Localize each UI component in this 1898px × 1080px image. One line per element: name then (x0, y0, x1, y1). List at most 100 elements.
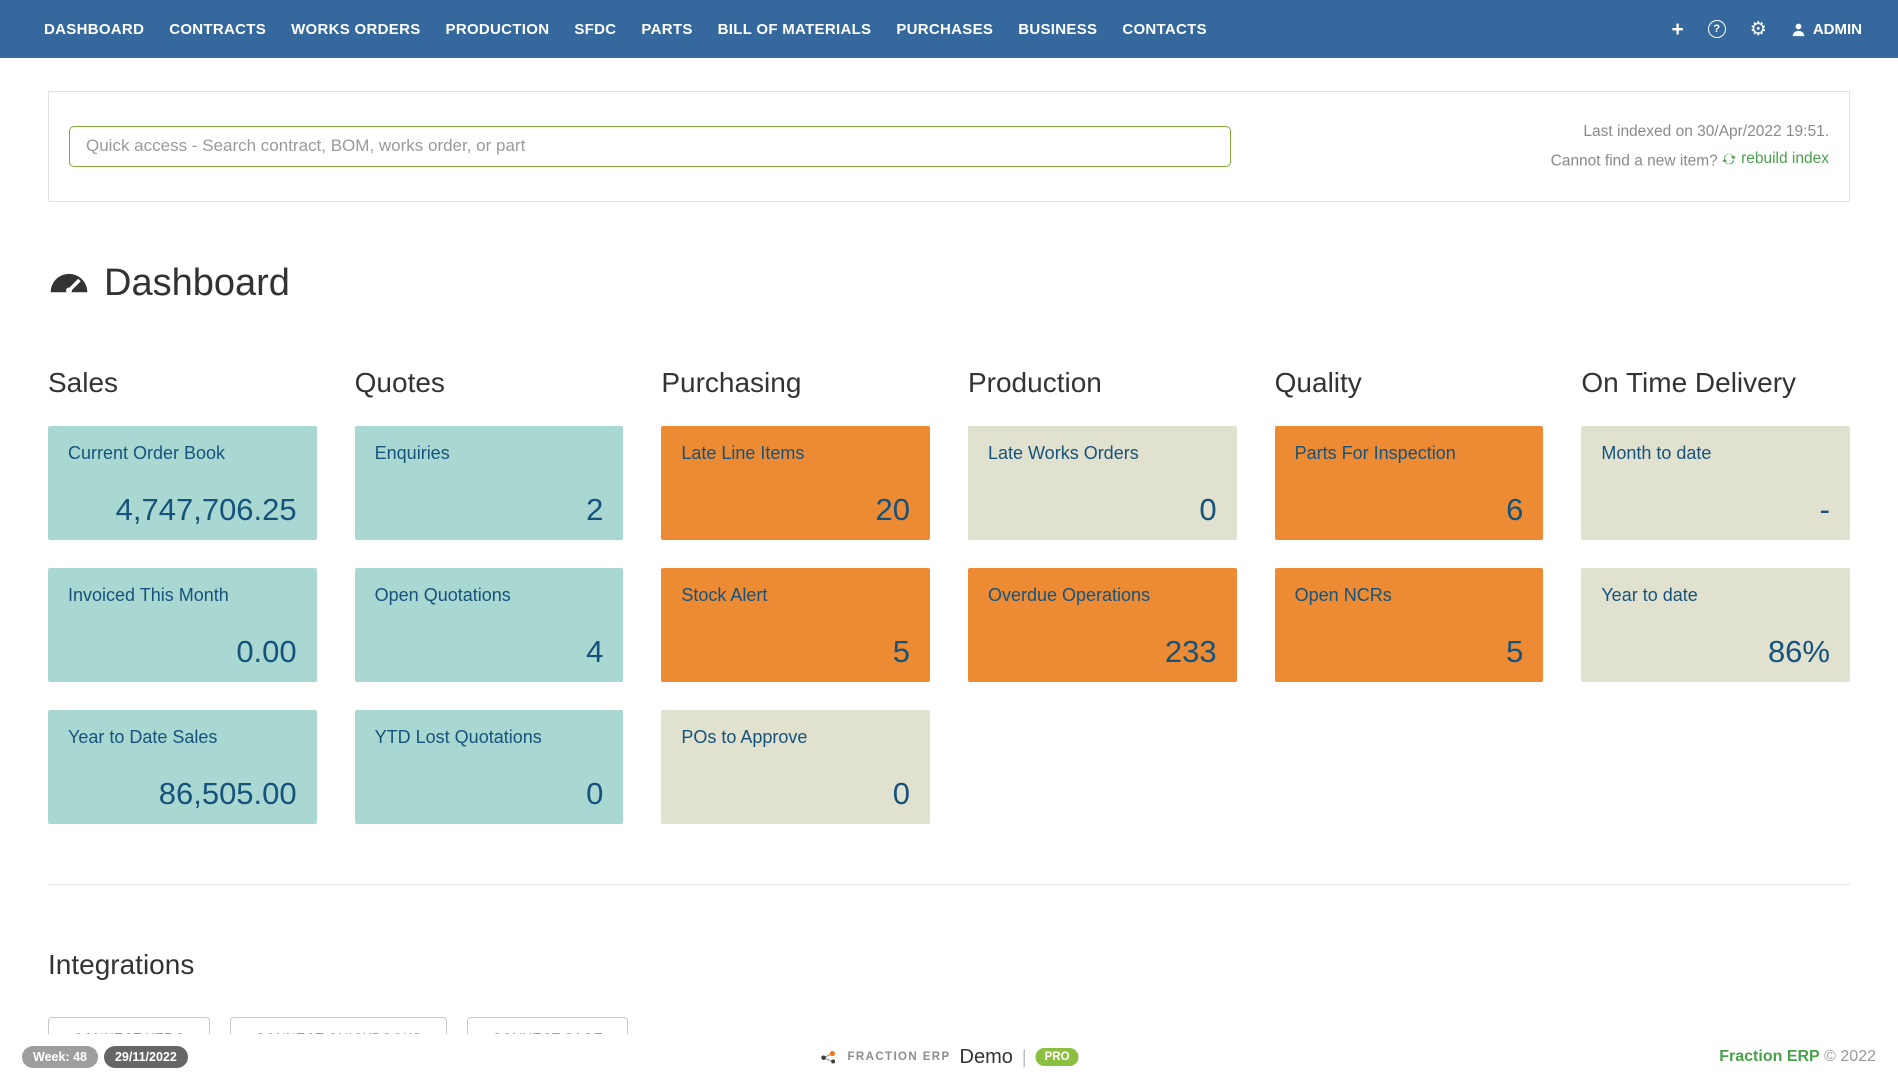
card-value: 4 (375, 635, 604, 669)
metric-card-pos-to-approve[interactable]: POs to Approve 0 (661, 710, 930, 824)
footer-copyright: Fraction ERP © 2022 (1719, 1048, 1876, 1066)
page-title-text: Dashboard (104, 262, 290, 305)
user-icon (1791, 22, 1806, 37)
nav-item-parts[interactable]: PARTS (641, 21, 692, 38)
refresh-icon (1722, 152, 1736, 166)
nav-item-production[interactable]: PRODUCTION (446, 21, 550, 38)
section-divider (48, 884, 1850, 885)
metric-card-late-line-items[interactable]: Late Line Items 20 (661, 426, 930, 540)
footer-brand: FRACTION ERP Demo | PRO (819, 1046, 1078, 1069)
metric-card-current-order-book[interactable]: Current Order Book 4,747,706.25 (48, 426, 317, 540)
nav-item-contacts[interactable]: CONTACTS (1122, 21, 1207, 38)
card-value: 0 (375, 777, 604, 811)
metric-card-otd-year-to-date[interactable]: Year to date 86% (1581, 568, 1850, 682)
card-label: Enquiries (375, 443, 604, 464)
page-title: Dashboard (48, 262, 1850, 305)
card-value: 5 (681, 635, 910, 669)
card-label: Overdue Operations (988, 585, 1217, 606)
card-label: POs to Approve (681, 727, 910, 748)
dashboard-icon (48, 271, 90, 296)
main-nav: DASHBOARD CONTRACTS WORKS ORDERS PRODUCT… (44, 21, 1232, 38)
quick-access-search-input[interactable] (69, 126, 1231, 167)
card-value: 20 (681, 493, 910, 527)
footer-brand-green: Fraction ERP (1719, 1048, 1819, 1065)
metric-card-otd-month-to-date[interactable]: Month to date - (1581, 426, 1850, 540)
card-label: Open Quotations (375, 585, 604, 606)
card-value: 2 (375, 493, 604, 527)
card-label: Late Works Orders (988, 443, 1217, 464)
metric-card-invoiced-this-month[interactable]: Invoiced This Month 0.00 (48, 568, 317, 682)
metric-card-ytd-sales[interactable]: Year to Date Sales 86,505.00 (48, 710, 317, 824)
card-value: 4,747,706.25 (68, 493, 297, 527)
column-purchasing: Purchasing Late Line Items 20 Stock Aler… (661, 367, 930, 852)
brand-demo-text: Demo (960, 1046, 1013, 1069)
metric-card-ytd-lost-quotations[interactable]: YTD Lost Quotations 0 (355, 710, 624, 824)
brand-separator: | (1022, 1047, 1027, 1068)
brand-caps-text: FRACTION ERP (847, 1051, 950, 1063)
column-title: On Time Delivery (1581, 367, 1850, 399)
card-label: Stock Alert (681, 585, 910, 606)
quick-access-panel: Last indexed on 30/Apr/2022 19:51. Canno… (48, 91, 1850, 202)
top-navbar: DASHBOARD CONTRACTS WORKS ORDERS PRODUCT… (0, 0, 1898, 58)
gear-icon[interactable]: ⚙ (1750, 20, 1767, 39)
metric-card-late-works-orders[interactable]: Late Works Orders 0 (968, 426, 1237, 540)
card-value: - (1601, 493, 1830, 527)
card-label: YTD Lost Quotations (375, 727, 604, 748)
integrations-title: Integrations (48, 949, 1850, 981)
card-value: 86% (1601, 635, 1830, 669)
column-title: Quality (1275, 367, 1544, 399)
card-label: Open NCRs (1295, 585, 1524, 606)
nav-item-business[interactable]: BUSINESS (1018, 21, 1097, 38)
nav-item-purchases[interactable]: PURCHASES (896, 21, 993, 38)
admin-label: ADMIN (1813, 21, 1862, 38)
metric-card-overdue-operations[interactable]: Overdue Operations 233 (968, 568, 1237, 682)
card-value: 5 (1295, 635, 1524, 669)
add-icon[interactable]: + (1672, 19, 1684, 40)
rebuild-index-link[interactable]: rebuild index (1722, 145, 1829, 172)
pro-badge: PRO (1036, 1048, 1079, 1066)
rebuild-index-label: rebuild index (1741, 145, 1829, 172)
nav-item-contracts[interactable]: CONTRACTS (169, 21, 266, 38)
metric-card-parts-for-inspection[interactable]: Parts For Inspection 6 (1275, 426, 1544, 540)
week-badge: Week: 48 (22, 1046, 98, 1068)
card-value: 6 (1295, 493, 1524, 527)
card-value: 86,505.00 (68, 777, 297, 811)
nav-item-bill-of-materials[interactable]: BILL OF MATERIALS (718, 21, 872, 38)
dashboard-grid: Sales Current Order Book 4,747,706.25 In… (48, 367, 1850, 852)
column-quality: Quality Parts For Inspection 6 Open NCRs… (1275, 367, 1544, 852)
nav-item-works-orders[interactable]: WORKS ORDERS (291, 21, 420, 38)
column-on-time-delivery: On Time Delivery Month to date - Year to… (1581, 367, 1850, 852)
column-production: Production Late Works Orders 0 Overdue O… (968, 367, 1237, 852)
card-value: 0 (988, 493, 1217, 527)
column-title: Sales (48, 367, 317, 399)
date-badge: 29/11/2022 (104, 1046, 188, 1068)
column-sales: Sales Current Order Book 4,747,706.25 In… (48, 367, 317, 852)
metric-card-open-quotations[interactable]: Open Quotations 4 (355, 568, 624, 682)
card-label: Parts For Inspection (1295, 443, 1524, 464)
card-label: Month to date (1601, 443, 1830, 464)
last-indexed-text: Last indexed on 30/Apr/2022 19:51. (1551, 118, 1829, 145)
card-value: 0.00 (68, 635, 297, 669)
cannot-find-text: Cannot find a new item? (1551, 153, 1718, 170)
card-label: Invoiced This Month (68, 585, 297, 606)
column-quotes: Quotes Enquiries 2 Open Quotations 4 YTD… (355, 367, 624, 852)
column-title: Production (968, 367, 1237, 399)
card-value: 233 (988, 635, 1217, 669)
column-title: Purchasing (661, 367, 930, 399)
card-label: Year to date (1601, 585, 1830, 606)
footer-copy-text: © 2022 (1824, 1048, 1876, 1065)
card-label: Year to Date Sales (68, 727, 297, 748)
brand-icon (819, 1050, 838, 1065)
column-title: Quotes (355, 367, 624, 399)
card-label: Late Line Items (681, 443, 910, 464)
metric-card-open-ncrs[interactable]: Open NCRs 5 (1275, 568, 1544, 682)
metric-card-stock-alert[interactable]: Stock Alert 5 (661, 568, 930, 682)
nav-item-dashboard[interactable]: DASHBOARD (44, 21, 144, 38)
footer: Week: 48 29/11/2022 FRACTION ERP Demo | … (0, 1034, 1898, 1080)
metric-card-enquiries[interactable]: Enquiries 2 (355, 426, 624, 540)
card-value: 0 (681, 777, 910, 811)
nav-item-sfdc[interactable]: SFDC (574, 21, 616, 38)
help-icon[interactable]: ? (1708, 20, 1726, 38)
card-label: Current Order Book (68, 443, 297, 464)
admin-menu[interactable]: ADMIN (1791, 21, 1862, 38)
